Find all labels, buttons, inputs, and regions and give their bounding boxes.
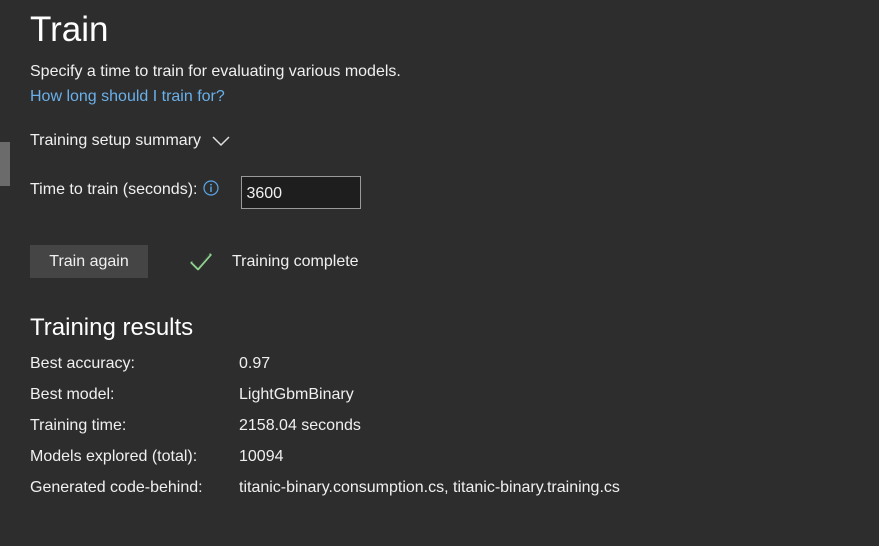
scroll-indicator[interactable]: [0, 142, 10, 186]
info-icon[interactable]: [203, 179, 220, 196]
training-setup-summary-label: Training setup summary: [30, 132, 202, 149]
time-to-train-input[interactable]: [241, 176, 362, 209]
training-status-text: Training complete: [232, 253, 359, 270]
training-results-table: Best accuracy: 0.97 Best model: LightGbm…: [30, 352, 620, 507]
time-to-train-row: Time to train (seconds):: [30, 176, 362, 209]
help-link-train-duration[interactable]: How long should I train for?: [30, 86, 225, 108]
result-row-best-model: Best model: LightGbmBinary: [30, 383, 620, 414]
result-label: Training time:: [30, 417, 127, 434]
result-label: Generated code-behind:: [30, 479, 203, 496]
training-results-title: Training results: [30, 314, 194, 341]
result-label: Models explored (total):: [30, 448, 198, 465]
result-row-training-time: Training time: 2158.04 seconds: [30, 414, 620, 445]
training-setup-summary-toggle[interactable]: Training setup summary: [30, 130, 231, 152]
training-status: Training complete: [188, 251, 359, 273]
train-again-button[interactable]: Train again: [30, 245, 148, 278]
result-value: 10094: [239, 448, 284, 465]
time-to-train-label: Time to train (seconds):: [30, 180, 198, 198]
page-description: Specify a time to train for evaluating v…: [30, 63, 401, 80]
result-row-models-explored: Models explored (total): 10094: [30, 445, 620, 476]
chevron-down-icon: [212, 136, 230, 147]
result-value: titanic-binary.consumption.cs, titanic-b…: [239, 479, 620, 496]
result-value: 2158.04 seconds: [239, 417, 361, 434]
result-row-generated-code: Generated code-behind: titanic-binary.co…: [30, 476, 620, 507]
page-title: Train: [30, 10, 109, 49]
result-row-best-accuracy: Best accuracy: 0.97: [30, 352, 620, 383]
result-label: Best model:: [30, 386, 115, 403]
checkmark-icon: [190, 253, 212, 271]
result-value: LightGbmBinary: [239, 386, 354, 403]
result-value: 0.97: [239, 355, 271, 372]
result-label: Best accuracy:: [30, 355, 135, 372]
